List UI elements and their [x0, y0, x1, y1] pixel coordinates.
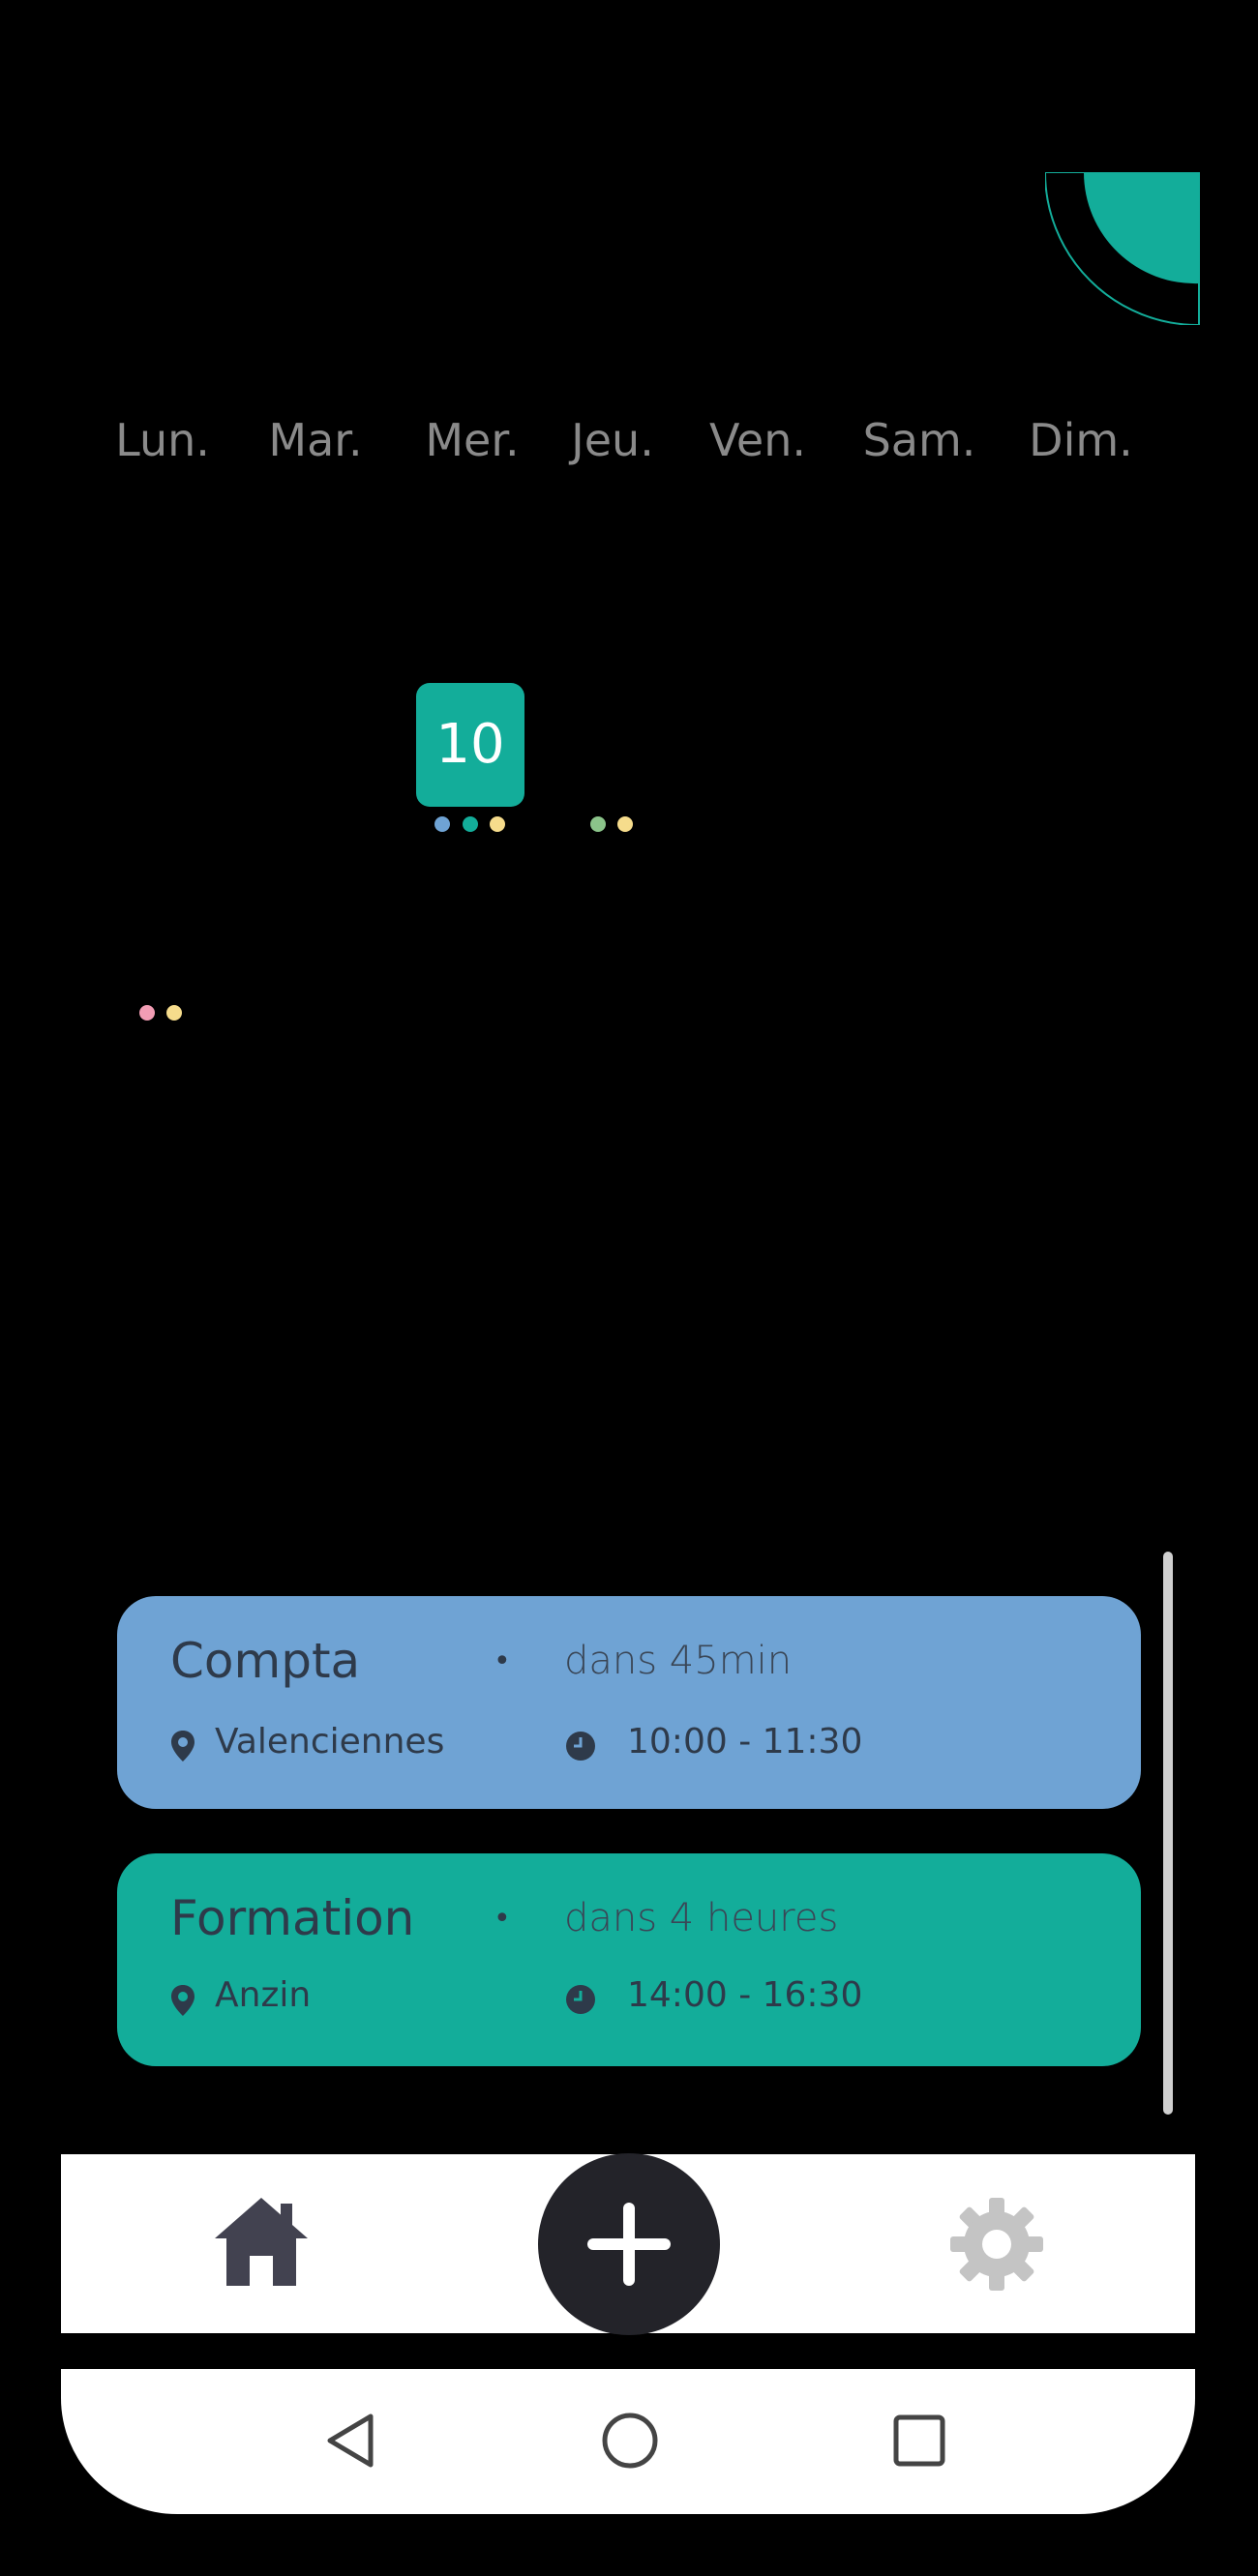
corner-decoration	[1045, 172, 1200, 325]
location-pin-icon	[171, 1731, 195, 1762]
event-card[interactable]: Compta • dans 45min Valenciennes 10:00 -…	[117, 1596, 1141, 1809]
square-recents-icon[interactable]	[890, 2412, 948, 2470]
scrollbar[interactable]	[1163, 1552, 1173, 2115]
event-time-range: 14:00 - 16:30	[627, 1975, 863, 2015]
event-card[interactable]: Formation • dans 4 heures Anzin 14:00 - …	[117, 1853, 1141, 2066]
system-navigation-bar	[61, 2369, 1195, 2514]
event-time-range: 10:00 - 11:30	[627, 1722, 863, 1762]
event-dot	[590, 816, 606, 832]
event-location: Valenciennes	[215, 1722, 445, 1762]
plus-icon	[587, 2203, 671, 2286]
location-pin-icon	[171, 1985, 195, 2016]
gear-icon[interactable]	[948, 2196, 1045, 2293]
clock-icon	[566, 1985, 595, 2014]
event-dot	[434, 816, 450, 832]
clock-icon	[566, 1732, 595, 1761]
weekday-label: Mar.	[268, 414, 363, 466]
weekday-label: Dim.	[1029, 414, 1133, 466]
add-event-button[interactable]	[538, 2153, 720, 2335]
event-location: Anzin	[215, 1975, 312, 2015]
home-icon[interactable]	[213, 2196, 310, 2288]
event-relative-time: dans 45min	[564, 1639, 793, 1683]
weekday-label: Jeu.	[571, 414, 654, 466]
circle-home-icon[interactable]	[601, 2412, 659, 2470]
event-title: Compta	[170, 1633, 361, 1689]
triangle-back-icon[interactable]	[322, 2412, 380, 2470]
weekday-label: Sam.	[862, 414, 976, 466]
event-relative-time: dans 4 heures	[564, 1896, 839, 1940]
weekday-label: Lun.	[115, 414, 210, 466]
event-dot	[463, 816, 478, 832]
weekday-label: Mer.	[425, 414, 520, 466]
weekday-label: Ven.	[709, 414, 806, 466]
event-dot	[139, 1005, 155, 1021]
event-dot	[490, 816, 505, 832]
event-dot	[617, 816, 633, 832]
event-dot	[166, 1005, 182, 1021]
event-separator: •	[494, 1902, 511, 1936]
event-title: Formation	[170, 1890, 415, 1946]
event-separator: •	[494, 1644, 511, 1678]
calendar-day-selected[interactable]: 10	[416, 683, 524, 807]
